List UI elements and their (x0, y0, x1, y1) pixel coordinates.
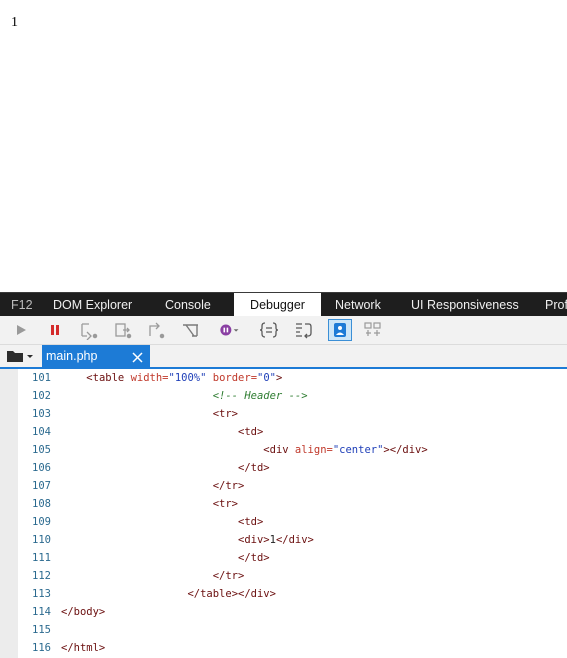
code-token: </td> (238, 552, 270, 564)
code-token: width= (130, 372, 169, 384)
tab-dom-explorer[interactable]: DOM Explorer (53, 293, 132, 317)
step-over-icon[interactable] (112, 320, 134, 340)
code-line[interactable]: 105 <div align="center"></div> (18, 441, 428, 459)
step-into-icon[interactable] (78, 320, 100, 340)
tab-f12: F12 (11, 298, 33, 312)
code-line[interactable]: 108 <tr> (18, 495, 238, 513)
code-line[interactable]: 103 <tr> (18, 405, 238, 423)
code-line[interactable]: 116 </html> (18, 639, 105, 657)
code-token: <td> (238, 516, 264, 528)
code-token: "100%" (168, 372, 213, 384)
line-number: 111 (32, 552, 51, 564)
file-tab-bar: main.php (0, 345, 567, 367)
code-token: <div (263, 444, 295, 456)
code-token: border= (212, 372, 258, 384)
close-icon[interactable] (131, 349, 144, 363)
code-token: > (276, 372, 283, 384)
page-content-text: 1 (11, 15, 18, 30)
tab-console[interactable]: Console (165, 293, 211, 317)
line-number: 101 (32, 372, 51, 384)
code-token: <tr> (212, 498, 239, 510)
line-number: 112 (32, 570, 51, 582)
code-line[interactable]: 114 </body> (18, 603, 105, 621)
code-editor[interactable]: 101 <table width="100%" border="0"> 102 <… (0, 369, 567, 658)
devtools-tab-bar: F12 DOM Explorer Console Debugger Networ… (0, 292, 567, 317)
code-line[interactable]: 110 <div>1</div> (18, 531, 314, 549)
break-icon[interactable] (44, 320, 66, 340)
line-number: 114 (32, 606, 51, 618)
line-number: 105 (32, 444, 51, 456)
code-line[interactable]: 111 </td> (18, 549, 270, 567)
code-token: <tr> (212, 408, 239, 420)
f12-devtools-panel: F12 DOM Explorer Console Debugger Networ… (0, 292, 567, 658)
line-number: 110 (32, 534, 51, 546)
code-line[interactable]: 113 </table></div> (18, 585, 276, 603)
line-number: 116 (32, 642, 51, 654)
code-line[interactable]: 104 <td> (18, 423, 263, 441)
code-token: </tr> (212, 480, 245, 492)
code-token: align= (294, 444, 333, 456)
line-number: 108 (32, 498, 51, 510)
file-tab-name: main.php (46, 349, 98, 363)
code-token: </body> (61, 606, 106, 618)
source-maps-icon[interactable] (362, 320, 384, 340)
debugger-toolbar (0, 316, 567, 345)
open-document-button[interactable] (6, 348, 36, 364)
tab-profiler[interactable]: Prof (545, 293, 567, 317)
line-number: 107 (32, 480, 51, 492)
code-token: </table></div> (187, 588, 276, 600)
code-token: </tr> (212, 570, 245, 582)
line-number: 102 (32, 390, 51, 402)
tab-network[interactable]: Network (335, 293, 381, 317)
code-token: ></div> (383, 444, 428, 456)
code-line[interactable]: 101 <table width="100%" border="0"> (18, 369, 282, 387)
code-token: "center" (332, 444, 384, 456)
code-token: </div> (275, 534, 314, 546)
line-number: 103 (32, 408, 51, 420)
exception-behavior-icon[interactable] (218, 320, 246, 340)
pretty-print-icon[interactable] (258, 320, 280, 340)
code-token: </td> (238, 462, 270, 474)
line-number: 106 (32, 462, 51, 474)
step-out-icon[interactable] (146, 320, 168, 340)
file-tab-main-php[interactable]: main.php (42, 345, 150, 367)
code-line[interactable]: 115 (18, 621, 61, 639)
rendered-page: 1 (0, 0, 567, 292)
tab-debugger[interactable]: Debugger (234, 293, 321, 317)
code-line[interactable]: 102 <!-- Header --> (18, 387, 308, 405)
just-my-code-icon[interactable] (328, 319, 352, 341)
line-number: 115 (32, 624, 51, 636)
break-on-new-worker-icon[interactable] (180, 320, 202, 340)
code-line[interactable]: 107 </tr> (18, 477, 244, 495)
code-line[interactable]: 109 <td> (18, 513, 263, 531)
code-token: </html> (61, 642, 106, 654)
code-token: <td> (238, 426, 264, 438)
code-token: <!-- Header --> (212, 390, 308, 402)
tab-ui-responsiveness[interactable]: UI Responsiveness (411, 293, 519, 317)
code-token: <table (86, 372, 131, 384)
code-line[interactable]: 112 </tr> (18, 567, 244, 585)
word-wrap-icon[interactable] (292, 320, 314, 340)
line-number: 104 (32, 426, 51, 438)
line-number: 109 (32, 516, 51, 528)
code-token: "0" (257, 372, 276, 384)
line-number: 113 (32, 588, 51, 600)
code-line[interactable]: 106 </td> (18, 459, 270, 477)
code-token: <div> (238, 534, 270, 546)
continue-icon[interactable] (10, 320, 32, 340)
breakpoint-gutter[interactable] (0, 369, 18, 658)
